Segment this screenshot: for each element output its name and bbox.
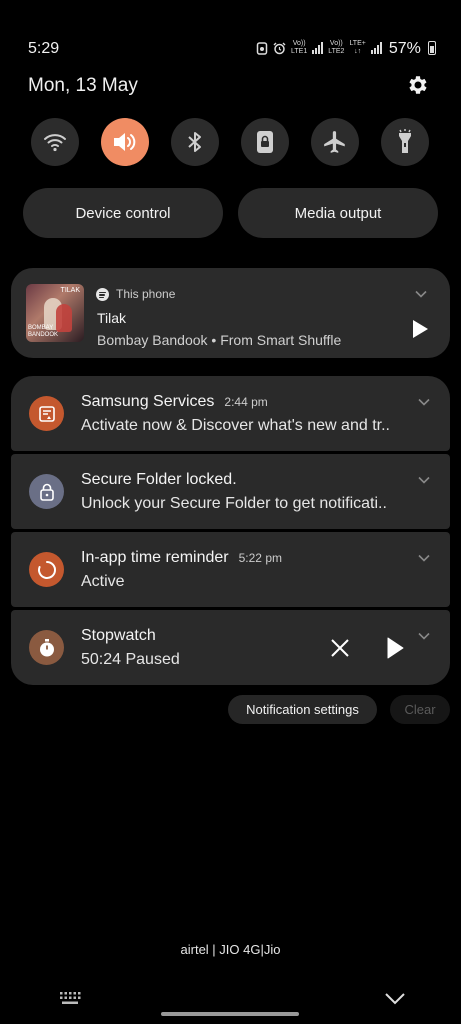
chevron-down-icon[interactable] bbox=[384, 990, 406, 1006]
notification-time-reminder[interactable]: In-app time reminder 5:22 pm Active bbox=[11, 532, 450, 607]
notification-samsung-services[interactable]: Samsung Services 2:44 pm Activate now & D… bbox=[11, 376, 450, 451]
data-saver-icon bbox=[256, 41, 268, 55]
speaker-icon bbox=[114, 133, 136, 151]
timer-ring-icon bbox=[29, 552, 64, 587]
lock-icon bbox=[29, 474, 64, 509]
screen-lock-icon bbox=[257, 131, 273, 153]
media-source: This phone bbox=[96, 287, 175, 301]
play-icon[interactable] bbox=[386, 637, 404, 659]
notification-secure-folder[interactable]: Secure Folder locked. Unlock your Secure… bbox=[11, 454, 450, 529]
sim1-label: Vo)) LTE1 bbox=[291, 40, 308, 55]
stopwatch-icon bbox=[29, 630, 64, 665]
airplane-icon bbox=[324, 131, 345, 153]
clear-button[interactable]: Clear bbox=[390, 695, 450, 724]
track-title: Tilak bbox=[97, 310, 127, 326]
sound-toggle[interactable] bbox=[101, 118, 149, 166]
bluetooth-icon bbox=[188, 132, 201, 152]
date: Mon, 13 May bbox=[28, 75, 138, 96]
samsung-services-icon bbox=[29, 396, 64, 431]
notification-time: 5:22 pm bbox=[238, 551, 282, 565]
album-art: TILAK BOMBAY BANDOOK bbox=[26, 284, 84, 342]
play-icon[interactable] bbox=[411, 319, 429, 339]
sim2-network-label: LTE+ ↓↑ bbox=[349, 40, 366, 55]
notification-title: In-app time reminder 5:22 pm bbox=[81, 549, 282, 566]
notification-title: Samsung Services 2:44 pm bbox=[81, 393, 268, 410]
battery-icon bbox=[427, 41, 436, 55]
track-artist: Bombay Bandook • From Smart Shuffle bbox=[97, 332, 342, 348]
gear-icon[interactable] bbox=[406, 73, 430, 97]
stopwatch-status: 50:24 Paused bbox=[81, 651, 180, 668]
notification-title: Stopwatch bbox=[81, 627, 156, 644]
wifi-icon bbox=[44, 134, 66, 152]
bluetooth-toggle[interactable] bbox=[171, 118, 219, 166]
sim2-signal-icon bbox=[370, 42, 382, 54]
flashlight-toggle[interactable] bbox=[381, 118, 429, 166]
chevron-down-icon[interactable] bbox=[417, 551, 431, 565]
notification-title: Secure Folder locked. bbox=[81, 471, 237, 488]
status-icons: Vo)) LTE1 Vo)) LTE2 LTE+ ↓↑ 57% bbox=[256, 40, 436, 56]
chevron-down-icon[interactable] bbox=[417, 473, 431, 487]
alarm-icon bbox=[273, 42, 286, 54]
flashlight-icon bbox=[399, 129, 411, 153]
notification-text: Activate now & Discover what's new and t… bbox=[81, 417, 390, 434]
device-control-button[interactable]: Device control bbox=[23, 188, 223, 238]
chevron-down-icon[interactable] bbox=[414, 287, 428, 301]
notification-settings-button[interactable]: Notification settings bbox=[228, 695, 377, 724]
home-indicator[interactable] bbox=[161, 1012, 299, 1016]
sim2-label: Vo)) LTE2 bbox=[328, 40, 345, 55]
close-icon[interactable] bbox=[330, 638, 350, 658]
notification-text: Unlock your Secure Folder to get notific… bbox=[81, 495, 387, 512]
chevron-down-icon[interactable] bbox=[417, 629, 431, 643]
battery-percent: 57% bbox=[388, 39, 421, 57]
keyboard-icon[interactable] bbox=[59, 991, 81, 1005]
carrier-label: airtel | JIO 4G|Jio bbox=[180, 942, 281, 957]
notification-stopwatch[interactable]: Stopwatch 50:24 Paused bbox=[11, 610, 450, 685]
chevron-down-icon[interactable] bbox=[417, 395, 431, 409]
notification-text: Active bbox=[81, 573, 125, 590]
notification-time: 2:44 pm bbox=[224, 395, 268, 409]
status-time: 5:29 bbox=[28, 40, 60, 57]
spotify-icon bbox=[96, 287, 109, 301]
media-output-button[interactable]: Media output bbox=[238, 188, 438, 238]
sim1-signal-icon bbox=[312, 42, 324, 54]
airplane-toggle[interactable] bbox=[311, 118, 359, 166]
rotation-lock-toggle[interactable] bbox=[241, 118, 289, 166]
media-source-label: This phone bbox=[116, 287, 176, 301]
media-player-card[interactable]: TILAK BOMBAY BANDOOK This phone Tilak Bo… bbox=[11, 268, 450, 358]
wifi-toggle[interactable] bbox=[31, 118, 79, 166]
